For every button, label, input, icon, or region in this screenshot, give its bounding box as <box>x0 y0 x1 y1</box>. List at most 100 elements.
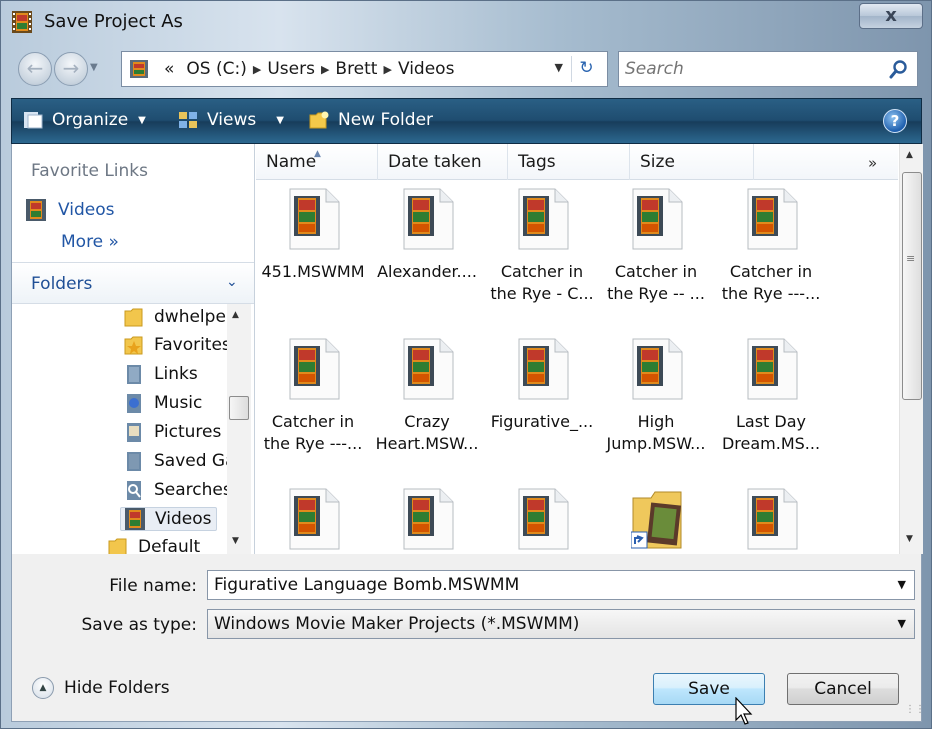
tree-item-videos[interactable]: Videos <box>120 507 217 531</box>
close-button[interactable]: x <box>859 3 923 29</box>
breadcrumb-brett[interactable]: Brett <box>335 59 377 79</box>
scroll-down-icon[interactable]: ▼ <box>232 536 239 546</box>
file-item[interactable]: Crazy Heart.MSW... <box>370 330 484 480</box>
folder-icon <box>124 308 143 327</box>
folder-tree-scrollbar[interactable]: ▲ ▼ <box>227 304 251 554</box>
refresh-button[interactable]: ↻ <box>571 56 601 82</box>
address-bar[interactable]: « OS (C:) ▶ Users ▶ Brett ▶ Videos ▼ ↻ <box>121 51 608 87</box>
command-toolbar: Organize ▼ Views ▼ New Folder ? <box>11 98 922 144</box>
tree-item-default[interactable]: Default <box>108 536 200 554</box>
file-item[interactable]: Last Day Dream.MS... <box>714 330 828 480</box>
views-dropdown-icon: ▼ <box>276 114 284 126</box>
scroll-up-icon[interactable]: ▲ <box>906 150 913 160</box>
cancel-button[interactable]: Cancel <box>787 673 899 705</box>
hide-folders-button[interactable]: ▲ Hide Folders <box>32 677 170 699</box>
save-as-type-select[interactable]: Windows Movie Maker Projects (*.MSWMM) ▼ <box>207 609 915 639</box>
movie-project-file-icon <box>288 488 340 550</box>
file-item[interactable]: Figurative_... <box>485 330 599 480</box>
movie-project-file-icon <box>746 188 798 250</box>
folder-tree: dwhelpe Favorites Links Music Pictures S… <box>12 304 227 554</box>
movie-project-file-icon <box>288 338 340 400</box>
folders-header[interactable]: Folders ⌄ <box>12 262 254 304</box>
breadcrumb-os-c[interactable]: OS (C:) <box>186 59 246 79</box>
tree-item-label: Saved Ga <box>154 451 227 471</box>
breadcrumb-separator-icon[interactable]: ▶ <box>253 63 261 76</box>
more-columns-button[interactable]: » <box>868 144 877 180</box>
file-item[interactable]: Alexander.... <box>370 180 484 330</box>
file-item[interactable]: 451.MSWMM <box>256 180 370 330</box>
videos-folder-icon <box>130 60 148 78</box>
folders-label: Folders <box>31 274 93 294</box>
tree-item-pictures[interactable]: Pictures <box>124 421 221 443</box>
mouse-cursor-icon <box>735 697 753 725</box>
more-links[interactable]: More » <box>61 232 119 252</box>
forward-button[interactable]: → <box>54 52 88 86</box>
file-item[interactable]: Catcher in the Rye ---... <box>714 180 828 330</box>
scroll-down-icon[interactable]: ▼ <box>906 534 913 544</box>
tree-item-links[interactable]: Links <box>124 363 198 385</box>
file-name-label: Figurative_... <box>490 412 594 431</box>
column-header-size[interactable]: Size <box>630 144 754 180</box>
folder-shortcut-icon <box>630 488 683 550</box>
search-icon[interactable] <box>889 59 909 79</box>
movie-project-file-icon <box>746 488 798 550</box>
new-folder-button[interactable]: New Folder <box>308 110 433 130</box>
file-item[interactable] <box>256 480 370 554</box>
videos-folder-icon <box>26 199 46 221</box>
column-header-name[interactable]: ▲ Name <box>256 144 378 180</box>
movie-project-file-icon <box>746 338 798 400</box>
views-button[interactable]: Views ▼ <box>177 110 284 130</box>
breadcrumb-separator-icon[interactable]: ▶ <box>321 63 329 76</box>
breadcrumb-separator-icon[interactable]: ▶ <box>383 63 391 76</box>
file-name-label: Catcher in the Rye ---... <box>263 412 363 453</box>
videos-folder-icon <box>125 508 145 530</box>
file-name-label: Catcher in the Rye - C... <box>490 262 594 303</box>
file-item[interactable] <box>370 480 484 554</box>
file-item[interactable]: High Jump.MSW... <box>599 330 713 480</box>
file-name-value[interactable]: Figurative Language Bomb.MSWMM <box>214 575 519 595</box>
help-button[interactable]: ? <box>883 109 907 133</box>
forward-arrow-icon: → <box>62 56 80 80</box>
search-box[interactable] <box>618 51 918 87</box>
breadcrumb-overflow[interactable]: « <box>164 59 174 79</box>
organize-button[interactable]: Organize ▼ <box>22 110 146 130</box>
scrollbar-thumb[interactable] <box>902 172 922 400</box>
folder-shortcut-item[interactable] <box>599 480 713 554</box>
save-form-area: File name: Figurative Language Bomb.MSWM… <box>11 554 925 725</box>
recent-pages-dropdown-icon[interactable]: ▼ <box>90 62 102 73</box>
tree-item-searches[interactable]: Searches <box>124 479 227 501</box>
file-item[interactable] <box>485 480 599 554</box>
back-button[interactable]: ← <box>18 52 52 86</box>
save-project-dialog: Save Project As x ← → ▼ « OS (C:) ▶ User… <box>0 0 932 729</box>
scrollbar-thumb[interactable] <box>229 396 249 420</box>
navigation-bar: ← → ▼ « OS (C:) ▶ Users ▶ Brett ▶ Videos… <box>1 45 931 95</box>
resize-grip-icon[interactable]: ⋮⋮ <box>905 704 925 715</box>
address-history-dropdown-icon[interactable]: ▼ <box>555 61 563 74</box>
file-item[interactable]: Catcher in the Rye ---... <box>256 330 370 480</box>
file-item[interactable]: Catcher in the Rye -- ... <box>599 180 713 330</box>
scroll-up-icon[interactable]: ▲ <box>232 310 239 320</box>
breadcrumb-videos[interactable]: Videos <box>398 59 455 79</box>
file-name-combobox[interactable]: Figurative Language Bomb.MSWMM ▼ <box>207 570 915 600</box>
chevron-down-icon[interactable]: ▼ <box>898 610 906 638</box>
file-list-scrollbar[interactable]: ▲ ≡ ▼ <box>899 144 923 554</box>
chevron-down-icon[interactable]: ▼ <box>898 571 906 599</box>
favorites-folder-icon <box>124 336 143 355</box>
file-item[interactable] <box>714 480 828 554</box>
column-headers: ▲ Name Date taken Tags Size » <box>256 144 898 180</box>
save-as-type-value[interactable]: Windows Movie Maker Projects (*.MSWMM) <box>214 614 579 634</box>
tree-item-favorites[interactable]: Favorites <box>124 334 227 356</box>
organize-icon <box>24 112 43 129</box>
column-header-tags[interactable]: Tags <box>508 144 630 180</box>
column-header-date-taken[interactable]: Date taken <box>378 144 508 180</box>
tree-item-dwhelpe[interactable]: dwhelpe <box>124 306 226 328</box>
links-folder-icon <box>127 365 141 384</box>
search-input[interactable] <box>625 57 875 81</box>
breadcrumb-users[interactable]: Users <box>267 59 315 79</box>
file-item[interactable]: Catcher in the Rye - C... <box>485 180 599 330</box>
hide-folders-label: Hide Folders <box>64 678 170 698</box>
favorite-link-videos[interactable]: Videos <box>26 199 115 221</box>
tree-item-music[interactable]: Music <box>124 392 202 414</box>
tree-item-label: Music <box>154 393 203 413</box>
tree-item-saved-games[interactable]: Saved Ga <box>124 450 227 472</box>
